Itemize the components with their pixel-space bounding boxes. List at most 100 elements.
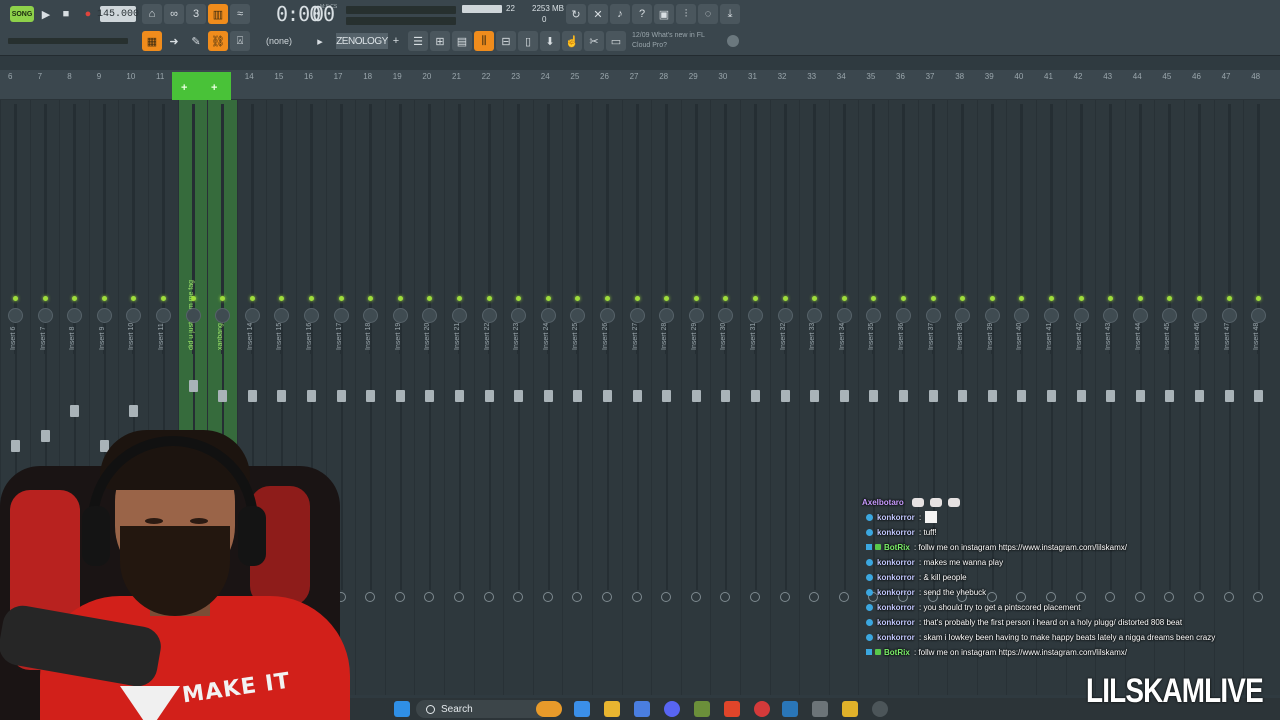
channel-fader[interactable] xyxy=(632,390,642,402)
channel-fader[interactable] xyxy=(247,390,257,402)
channel-fader[interactable] xyxy=(721,390,731,402)
channel-route-button[interactable] xyxy=(572,592,583,602)
mixer-channel[interactable]: Insert 29 xyxy=(680,100,711,695)
channel-fader[interactable] xyxy=(1224,390,1234,402)
channel-pan-knob[interactable] xyxy=(1044,308,1059,323)
mixer-channel[interactable]: Insert 26 xyxy=(592,100,622,695)
channel-pan-knob[interactable] xyxy=(600,308,615,323)
channel-fader[interactable] xyxy=(277,390,287,402)
channel-fader[interactable] xyxy=(573,390,583,402)
channel-pan-knob[interactable] xyxy=(984,308,1000,323)
project-icon[interactable]: ▯ xyxy=(518,31,538,51)
channel-fader[interactable] xyxy=(307,390,316,402)
help-icon[interactable]: ? xyxy=(632,4,652,24)
channel-enable-led[interactable] xyxy=(989,296,995,301)
channel-enable-led[interactable] xyxy=(693,296,699,301)
chat-username[interactable]: konkorror xyxy=(877,573,915,582)
channel-fader[interactable] xyxy=(751,390,760,402)
channel-pan-knob[interactable] xyxy=(8,308,23,323)
mixer-channel[interactable]: Insert 27 xyxy=(621,100,652,695)
master-volume-slider[interactable] xyxy=(346,17,456,25)
mixer-view-icon[interactable]: ⫼ xyxy=(474,31,494,51)
channel-fader[interactable] xyxy=(188,380,198,392)
channel-enable-led[interactable] xyxy=(1226,296,1232,301)
mixer-channel[interactable]: Insert 20 xyxy=(414,100,444,695)
obs-icon[interactable] xyxy=(812,701,828,717)
audio-editor-icon[interactable]: ▭ xyxy=(606,31,626,51)
mixer-channel[interactable]: Insert 34 xyxy=(828,100,859,695)
mixer-channel[interactable]: Insert 25 xyxy=(562,100,592,695)
channel-fader[interactable] xyxy=(1195,390,1204,402)
fl-studio-taskbar-icon[interactable] xyxy=(694,701,710,717)
copilot-icon[interactable] xyxy=(574,701,590,717)
channel-enable-led[interactable] xyxy=(605,296,610,301)
channel-fader[interactable] xyxy=(869,390,879,402)
chat-username[interactable]: konkorror xyxy=(877,513,915,522)
brave-icon[interactable] xyxy=(724,701,740,717)
channel-fader[interactable] xyxy=(839,390,849,402)
channel-pan-knob[interactable] xyxy=(688,308,704,323)
channel-route-button[interactable] xyxy=(394,592,405,602)
mixer-channel[interactable]: Insert 28 xyxy=(651,100,681,695)
chat-username[interactable]: konkorror xyxy=(877,588,915,597)
chat-username[interactable]: Axelbotaro xyxy=(862,498,904,507)
playlist-icon[interactable]: ☰ xyxy=(408,31,428,51)
play-icon[interactable]: ▶ xyxy=(36,4,56,24)
channel-rack-icon[interactable]: ⊞ xyxy=(430,31,450,51)
mixer-channel[interactable]: Insert 31 xyxy=(740,100,770,695)
channel-route-button[interactable] xyxy=(454,592,464,602)
4k-icon[interactable] xyxy=(872,701,888,717)
channel-enable-led[interactable] xyxy=(249,296,255,301)
channel-fader[interactable] xyxy=(514,390,524,402)
channel-fader[interactable] xyxy=(366,390,376,402)
steam-icon[interactable] xyxy=(782,701,798,717)
channel-fader[interactable] xyxy=(395,390,405,402)
record-icon[interactable]: ● xyxy=(78,4,98,24)
channel-fader[interactable] xyxy=(899,390,908,402)
channel-fader[interactable] xyxy=(1047,390,1056,402)
store-icon[interactable] xyxy=(634,701,650,717)
channel-pan-knob[interactable] xyxy=(777,308,793,323)
touch-icon[interactable]: ☝ xyxy=(562,31,582,51)
channel-pan-knob[interactable] xyxy=(896,308,911,323)
channel-fader[interactable] xyxy=(336,390,346,402)
mixer-channel[interactable]: Insert 33 xyxy=(799,100,829,695)
song-mode-button[interactable]: SONG xyxy=(10,6,34,22)
channel-fader[interactable] xyxy=(1165,390,1175,402)
save-icon[interactable]: ▣ xyxy=(654,4,674,24)
channel-fader[interactable] xyxy=(218,390,228,402)
channel-enable-led[interactable] xyxy=(1197,296,1202,301)
channel-fader[interactable] xyxy=(691,390,701,402)
channel-route-button[interactable] xyxy=(690,592,701,602)
pencil-icon[interactable]: ✎ xyxy=(186,31,206,51)
song-position-slider[interactable] xyxy=(8,38,128,44)
channel-enable-led[interactable] xyxy=(101,296,107,301)
news-panel[interactable]: 12/09 What's new in FL Cloud Pro? xyxy=(632,31,722,51)
link-icon[interactable]: ⛓ xyxy=(208,31,228,51)
channel-pan-knob[interactable] xyxy=(333,308,349,323)
plugin-db-icon[interactable]: ⬇ xyxy=(540,31,560,51)
channel-enable-led[interactable] xyxy=(42,296,48,301)
channel-pan-knob[interactable] xyxy=(481,308,497,323)
add-plugin-icon[interactable]: + xyxy=(390,33,402,49)
channel-pan-knob[interactable] xyxy=(304,308,319,323)
tempo-display[interactable]: 145.000 xyxy=(97,6,139,22)
wait-input-icon[interactable]: ∞ xyxy=(164,4,184,24)
channel-enable-led[interactable] xyxy=(486,296,492,301)
channel-pan-knob[interactable] xyxy=(452,308,467,323)
arrow-icon[interactable]: ➜ xyxy=(164,31,184,51)
channel-enable-led[interactable] xyxy=(338,296,344,301)
chat-username[interactable]: konkorror xyxy=(877,633,915,642)
channel-enable-led[interactable] xyxy=(634,296,640,301)
selected-channels-header[interactable]: + + xyxy=(172,72,231,100)
windows-start-icon[interactable] xyxy=(394,701,410,717)
channel-fader[interactable] xyxy=(780,390,790,402)
chat-username[interactable]: BotRix xyxy=(884,648,910,657)
channel-route-button[interactable] xyxy=(542,592,553,602)
mixer-channel[interactable]: Insert 22 xyxy=(473,100,504,695)
channel-route-button[interactable] xyxy=(779,592,790,602)
channel-pan-knob[interactable] xyxy=(1192,308,1207,323)
channel-pan-knob[interactable] xyxy=(96,308,112,323)
channel-fader[interactable] xyxy=(1106,390,1116,402)
browser-icon[interactable]: ⊟ xyxy=(496,31,516,51)
